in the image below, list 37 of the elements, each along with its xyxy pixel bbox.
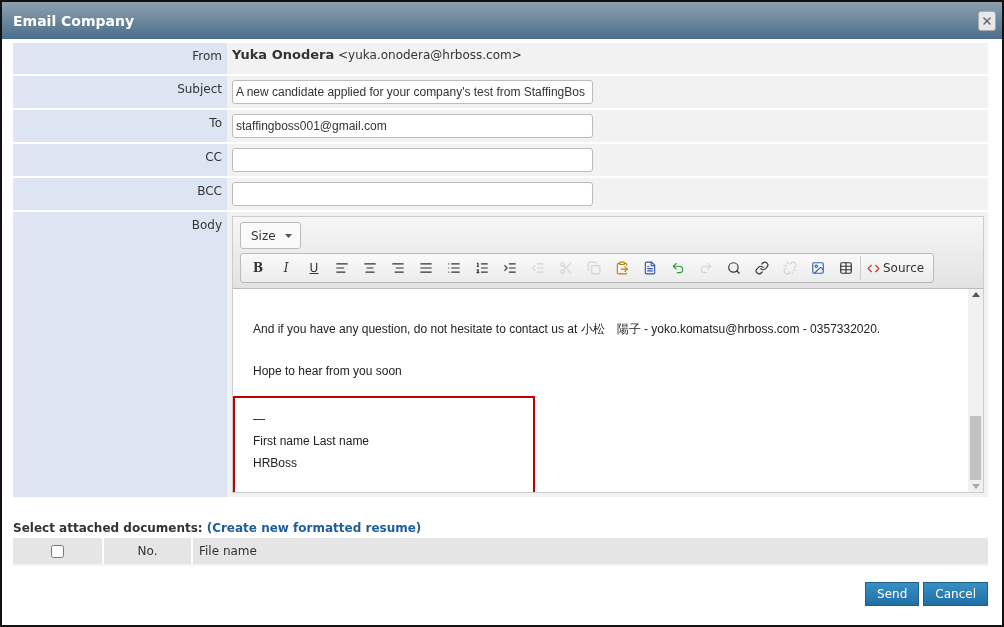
signature-line: HRBoss xyxy=(253,455,298,472)
field-label: To xyxy=(13,110,227,142)
caret-icon xyxy=(285,233,292,238)
rich-text-editor[interactable]: Size B I U Source And if you have any question, do not hesitate to contact us at 小松 陽子 - yoko.komatsu@hrboss.com - 0357332020. Hope to hear from you soon — First name Last name HRBoss xyxy=(232,216,984,493)
window-title: Email Company xyxy=(13,12,135,29)
signature-line: — xyxy=(253,411,266,428)
underline-button[interactable]: U xyxy=(300,256,328,280)
body-text: And if you have any question, do not hesitate to contact us at 小松 陽子 - yoko.komatsu@hrboss.com - 0357332020. xyxy=(253,321,882,338)
field-label: BCC xyxy=(13,178,227,210)
size-dropdown[interactable]: Size xyxy=(240,222,301,249)
column-header: No. xyxy=(137,544,158,558)
italic-button[interactable]: I xyxy=(272,256,300,280)
attachments-label: Select attached documents: xyxy=(13,521,203,535)
scroll-up-icon xyxy=(971,292,980,297)
scrollbar-thumb[interactable] xyxy=(970,416,981,480)
body-text: Hope to hear from you soon xyxy=(253,364,403,378)
input-field[interactable]: A new candidate applied for your company's test from StaffingBos xyxy=(232,80,593,104)
bold-button[interactable]: B xyxy=(244,256,272,280)
field-label: CC xyxy=(13,144,227,176)
close-icon xyxy=(981,14,993,27)
sender-text: Yuka Onodera <yuka.onodera@hrboss.com> xyxy=(232,48,522,62)
create-resume-link[interactable]: (Create new formatted resume) xyxy=(206,521,422,535)
scrollbar[interactable] xyxy=(968,289,983,492)
close-button[interactable] xyxy=(978,10,996,31)
field-label: Body xyxy=(13,212,227,497)
input-field[interactable] xyxy=(232,148,593,172)
field-label: Subject xyxy=(13,76,227,108)
select-all-checkbox[interactable] xyxy=(51,544,64,558)
input-field[interactable]: staffingboss001@gmail.com xyxy=(232,114,593,138)
send-button[interactable]: Send xyxy=(865,582,920,606)
source-button[interactable]: Source xyxy=(860,256,931,280)
scroll-down-icon xyxy=(971,484,980,489)
signature-line: First name Last name xyxy=(253,433,371,450)
column-header: File name xyxy=(199,544,257,558)
field-label: From xyxy=(13,43,227,74)
cancel-button[interactable]: Cancel xyxy=(923,582,988,606)
input-field[interactable] xyxy=(232,182,593,206)
